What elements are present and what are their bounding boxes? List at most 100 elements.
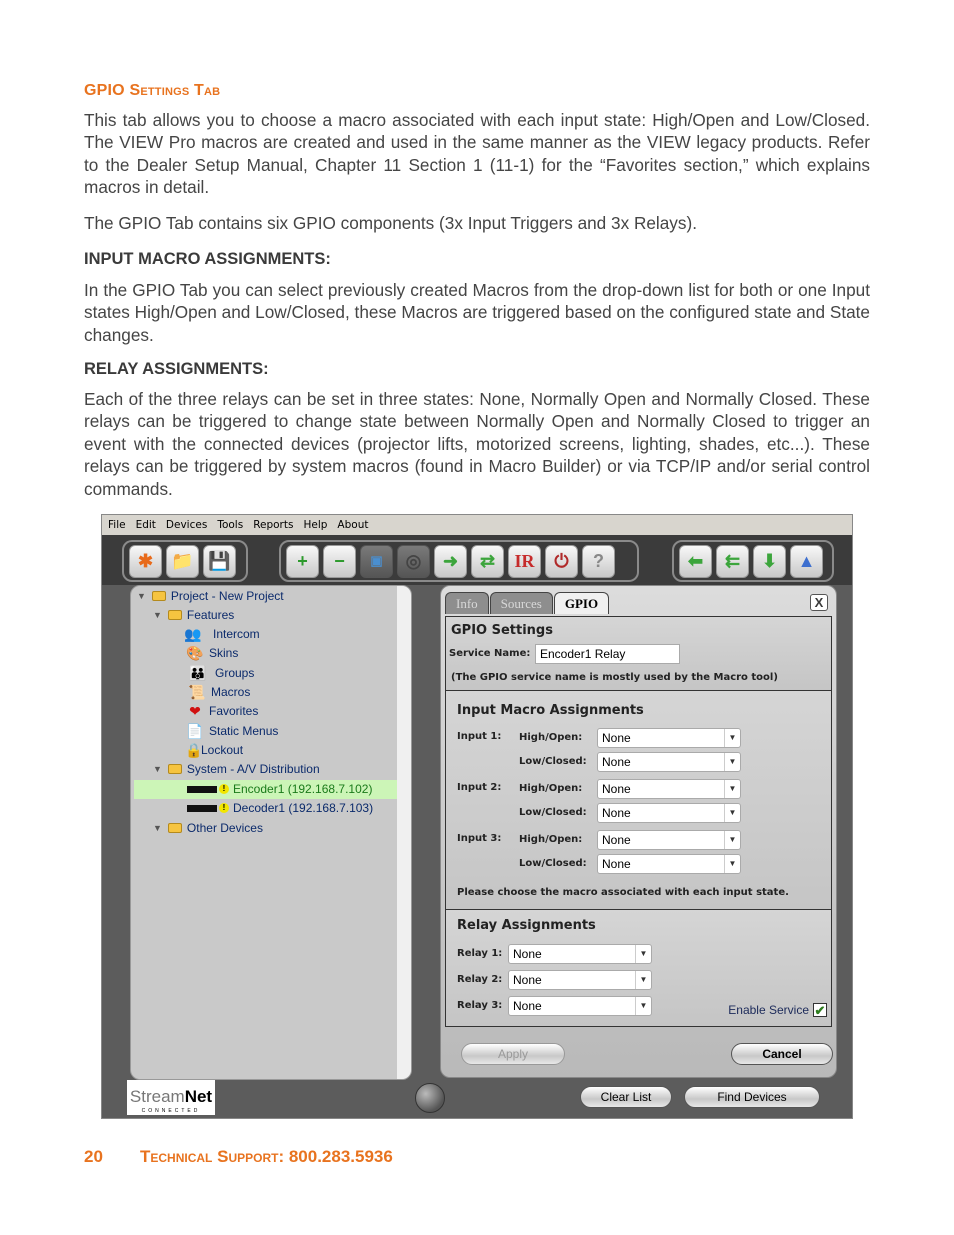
chevron-down-icon[interactable]: ▼ [724, 855, 740, 873]
folder-icon [167, 610, 182, 620]
groups-icon: 👪 [189, 665, 207, 681]
folder-icon [151, 591, 166, 601]
import-multi-icon[interactable]: ⇇ [716, 544, 749, 578]
tree-device-encoder[interactable]: ! Encoder1 (192.168.7.102) [187, 780, 372, 798]
new-project-icon[interactable]: ✱ [129, 544, 162, 578]
power-cycle-icon[interactable]: ⏻ [545, 544, 578, 578]
input-2-high-label: High/Open: [519, 783, 583, 794]
chevron-down-icon[interactable]: ▼ [724, 729, 740, 747]
tree-project[interactable]: ▼ Project - New Project [137, 587, 284, 605]
support-line: Technical Support: 800.283.5936 [140, 1147, 393, 1166]
chevron-down-icon[interactable]: ▼ [724, 831, 740, 849]
enable-service-toggle[interactable]: Enable Service ✔ [728, 1003, 827, 1017]
device-icon [187, 804, 217, 812]
warning-icon: ! [219, 784, 229, 794]
section-title: GPIO Settings Tab [84, 82, 221, 99]
expand-triangle-icon[interactable]: ▼ [137, 591, 146, 601]
find-devices-button[interactable]: Find Devices [684, 1086, 820, 1108]
cancel-button[interactable]: Cancel [731, 1043, 833, 1065]
ir-icon[interactable]: IR [508, 544, 541, 578]
menu-help[interactable]: Help [303, 519, 327, 531]
fingerprint-icon[interactable]: ◎ [397, 544, 430, 578]
relay-title: Relay Assignments [457, 918, 596, 933]
wizard-icon[interactable]: ▲ [790, 544, 823, 578]
tab-gpio[interactable]: GPIO [553, 592, 610, 614]
detail-panel: Info Sources GPIO X GPIO Settings Servic… [440, 585, 837, 1078]
menu-file[interactable]: File [108, 519, 126, 531]
expand-triangle-icon[interactable]: ▼ [153, 823, 162, 833]
input-2-label: Input 2: [457, 782, 502, 793]
components-paragraph: The GPIO Tab contains six GPIO component… [84, 213, 697, 233]
input-3-low-label: Low/Closed: [519, 858, 587, 869]
menu-devices[interactable]: Devices [166, 519, 207, 531]
tab-sources[interactable]: Sources [489, 592, 553, 614]
expand-triangle-icon[interactable]: ▼ [153, 610, 162, 620]
tree-system[interactable]: ▼ System - A/V Distribution [153, 760, 320, 778]
expand-triangle-icon[interactable]: ▼ [153, 764, 162, 774]
relay-3-select[interactable]: None ▼ [508, 996, 652, 1016]
intercom-icon: 👥 [184, 626, 202, 642]
clear-list-button[interactable]: Clear List [580, 1086, 672, 1108]
menu-reports[interactable]: Reports [253, 519, 293, 531]
tree-item-groups[interactable]: 👪 Groups [185, 664, 254, 682]
chevron-down-icon[interactable]: ▼ [635, 971, 651, 989]
chevron-down-icon[interactable]: ▼ [724, 804, 740, 822]
input-2-low-select[interactable]: None ▼ [597, 803, 741, 823]
service-name-input[interactable]: Encoder1 Relay [535, 644, 680, 664]
device-icon [187, 785, 217, 793]
save-icon[interactable]: 💾 [203, 544, 236, 578]
input-2-high-select[interactable]: None ▼ [597, 779, 741, 799]
apply-button[interactable]: Apply [461, 1043, 565, 1065]
input-3-low-select[interactable]: None ▼ [597, 854, 741, 874]
input-1-low-select[interactable]: None ▼ [597, 752, 741, 772]
globe-icon[interactable] [415, 1083, 445, 1113]
relay-2-label: Relay 2: [457, 974, 503, 985]
tree-other-devices[interactable]: ▼ Other Devices [153, 819, 263, 837]
tree-item-skins[interactable]: 🎨 Skins [185, 644, 238, 662]
menu-edit[interactable]: Edit [136, 519, 156, 531]
tree-item-macros[interactable]: 📜 Macros [187, 683, 250, 701]
network-arrow-icon[interactable]: ➜ [434, 544, 467, 578]
relay-1-select[interactable]: None ▼ [508, 944, 652, 964]
tree-scrollbar[interactable] [397, 586, 411, 1079]
menu-document-icon: 📄 [186, 723, 204, 739]
input-macro-note: Please choose the macro associated with … [457, 887, 789, 898]
add-device-icon[interactable]: + [286, 544, 319, 578]
tree-device-decoder[interactable]: ! Decoder1 (192.168.7.103) [187, 799, 373, 817]
input-paragraph: In the GPIO Tab you can select previousl… [84, 280, 870, 345]
input-macro-title: Input Macro Assignments [457, 703, 644, 718]
checkbox-checked-icon[interactable]: ✔ [813, 1003, 827, 1017]
link-devices-icon[interactable]: ▣ [360, 544, 393, 578]
tree-item-static-menus[interactable]: 📄 Static Menus [185, 722, 278, 740]
input-1-high-select[interactable]: None ▼ [597, 728, 741, 748]
page-number: 20 [84, 1147, 103, 1166]
tab-info[interactable]: Info [445, 592, 489, 614]
network-sync-icon[interactable]: ⇄ [471, 544, 504, 578]
chevron-down-icon[interactable]: ▼ [635, 945, 651, 963]
input-3-high-select[interactable]: None ▼ [597, 830, 741, 850]
chevron-down-icon[interactable]: ▼ [724, 780, 740, 798]
input-2-low-label: Low/Closed: [519, 807, 587, 818]
device-tree: ▼ Project - New Project ▼ Features 👥 Int… [130, 585, 412, 1080]
menu-about[interactable]: About [337, 519, 368, 531]
chevron-down-icon[interactable]: ▼ [724, 753, 740, 771]
relay-2-select[interactable]: None ▼ [508, 970, 652, 990]
chevron-down-icon[interactable]: ▼ [635, 997, 651, 1015]
help-icon[interactable]: ? [582, 544, 615, 578]
tab-bar: Info Sources GPIO [445, 592, 610, 614]
tree-item-intercom[interactable]: 👥 Intercom [183, 625, 259, 643]
import-icon[interactable]: ⬅ [679, 544, 712, 578]
menu-tools[interactable]: Tools [217, 519, 243, 531]
service-name-note: (The GPIO service name is mostly used by… [451, 672, 778, 683]
tree-item-favorites[interactable]: ❤ Favorites [185, 702, 258, 720]
page-footer: 20 Technical Support: 800.283.5936 [84, 1147, 393, 1167]
tree-features[interactable]: ▼ Features [153, 606, 234, 624]
firmware-download-icon[interactable]: ⬇ [753, 544, 786, 578]
close-icon[interactable]: X [810, 594, 828, 611]
remove-device-icon[interactable]: − [323, 544, 356, 578]
lock-icon: 🔒 [185, 742, 203, 758]
warning-icon: ! [219, 803, 229, 813]
folder-icon [167, 764, 182, 774]
tree-item-lockout[interactable]: 🔒 Lockout [185, 741, 243, 759]
open-folder-icon[interactable]: 📁 [166, 544, 199, 578]
